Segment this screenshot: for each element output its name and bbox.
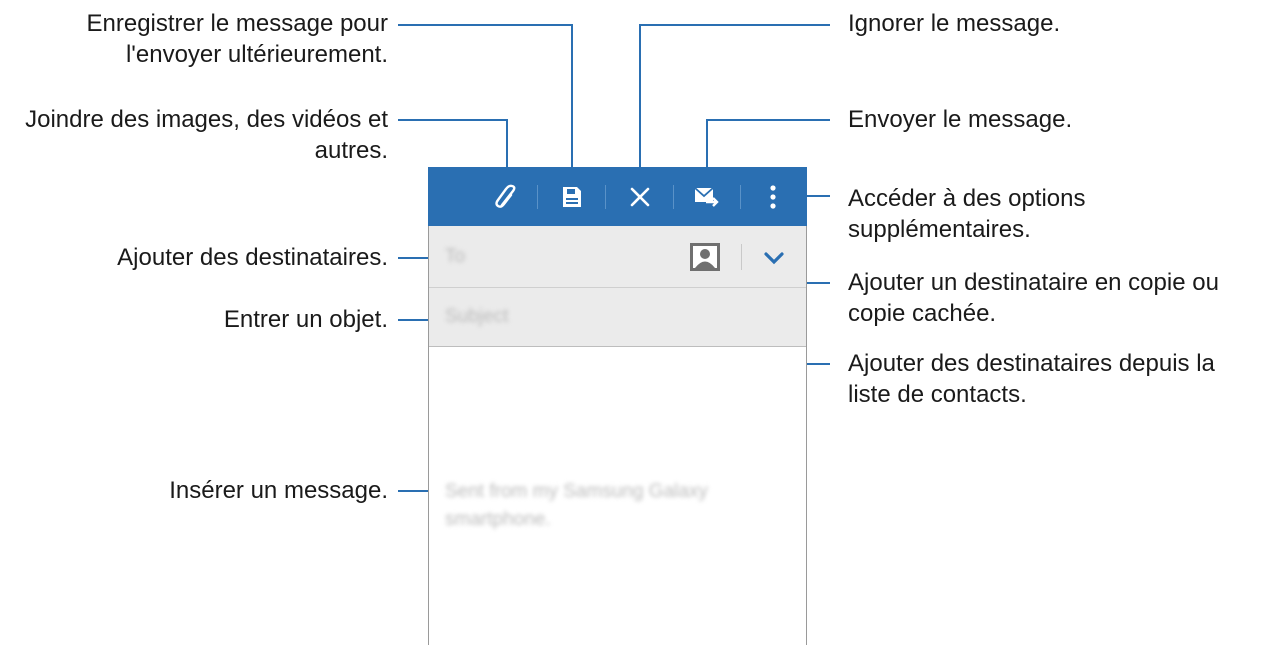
toolbar-separator (740, 185, 741, 209)
annotation-contacts: Ajouter des destinataires depuis la list… (848, 350, 1215, 408)
annotation-attach: Joindre des images, des vidéos et autres… (25, 106, 388, 164)
leader-discard (639, 24, 830, 180)
contact-person-icon (693, 246, 717, 268)
more-vertical-icon[interactable] (757, 181, 789, 213)
annotation-cc-bcc: Ajouter un destinataire en copie ou copi… (848, 269, 1219, 327)
annotation-subject: Entrer un objet. (223, 306, 388, 333)
leader-save (398, 24, 573, 180)
annotation-save: Enregistrer le message pour l'envoyer ul… (86, 10, 388, 68)
paperclip-icon[interactable] (491, 181, 523, 213)
save-icon[interactable] (556, 181, 588, 213)
toolbar-separator (605, 185, 606, 209)
annotation-send: Envoyer le message. (848, 106, 1073, 133)
to-field-separator (741, 244, 742, 270)
subject-placeholder: Subject (445, 306, 509, 327)
annotation-add-recipients: Ajouter des destinataires. (117, 244, 388, 271)
chevron-down-icon[interactable] (763, 251, 785, 270)
compose-toolbar (428, 167, 807, 226)
message-body[interactable]: Sent from my Samsung Galaxy smartphone. (445, 478, 775, 534)
toolbar-separator (537, 185, 538, 209)
toolbar-separator (673, 185, 674, 209)
to-field[interactable]: To (429, 226, 806, 288)
close-icon[interactable] (624, 181, 656, 213)
annotation-discard: Ignorer le message. (848, 10, 1061, 37)
subject-field[interactable]: Subject (429, 288, 806, 347)
contacts-button[interactable] (690, 243, 720, 271)
annotation-more-options: Accéder à des options supplémentaires. (848, 185, 1086, 243)
send-mail-icon[interactable] (691, 181, 723, 213)
annotation-insert-message: Insérer un message. (169, 477, 388, 504)
to-placeholder: To (445, 246, 466, 267)
